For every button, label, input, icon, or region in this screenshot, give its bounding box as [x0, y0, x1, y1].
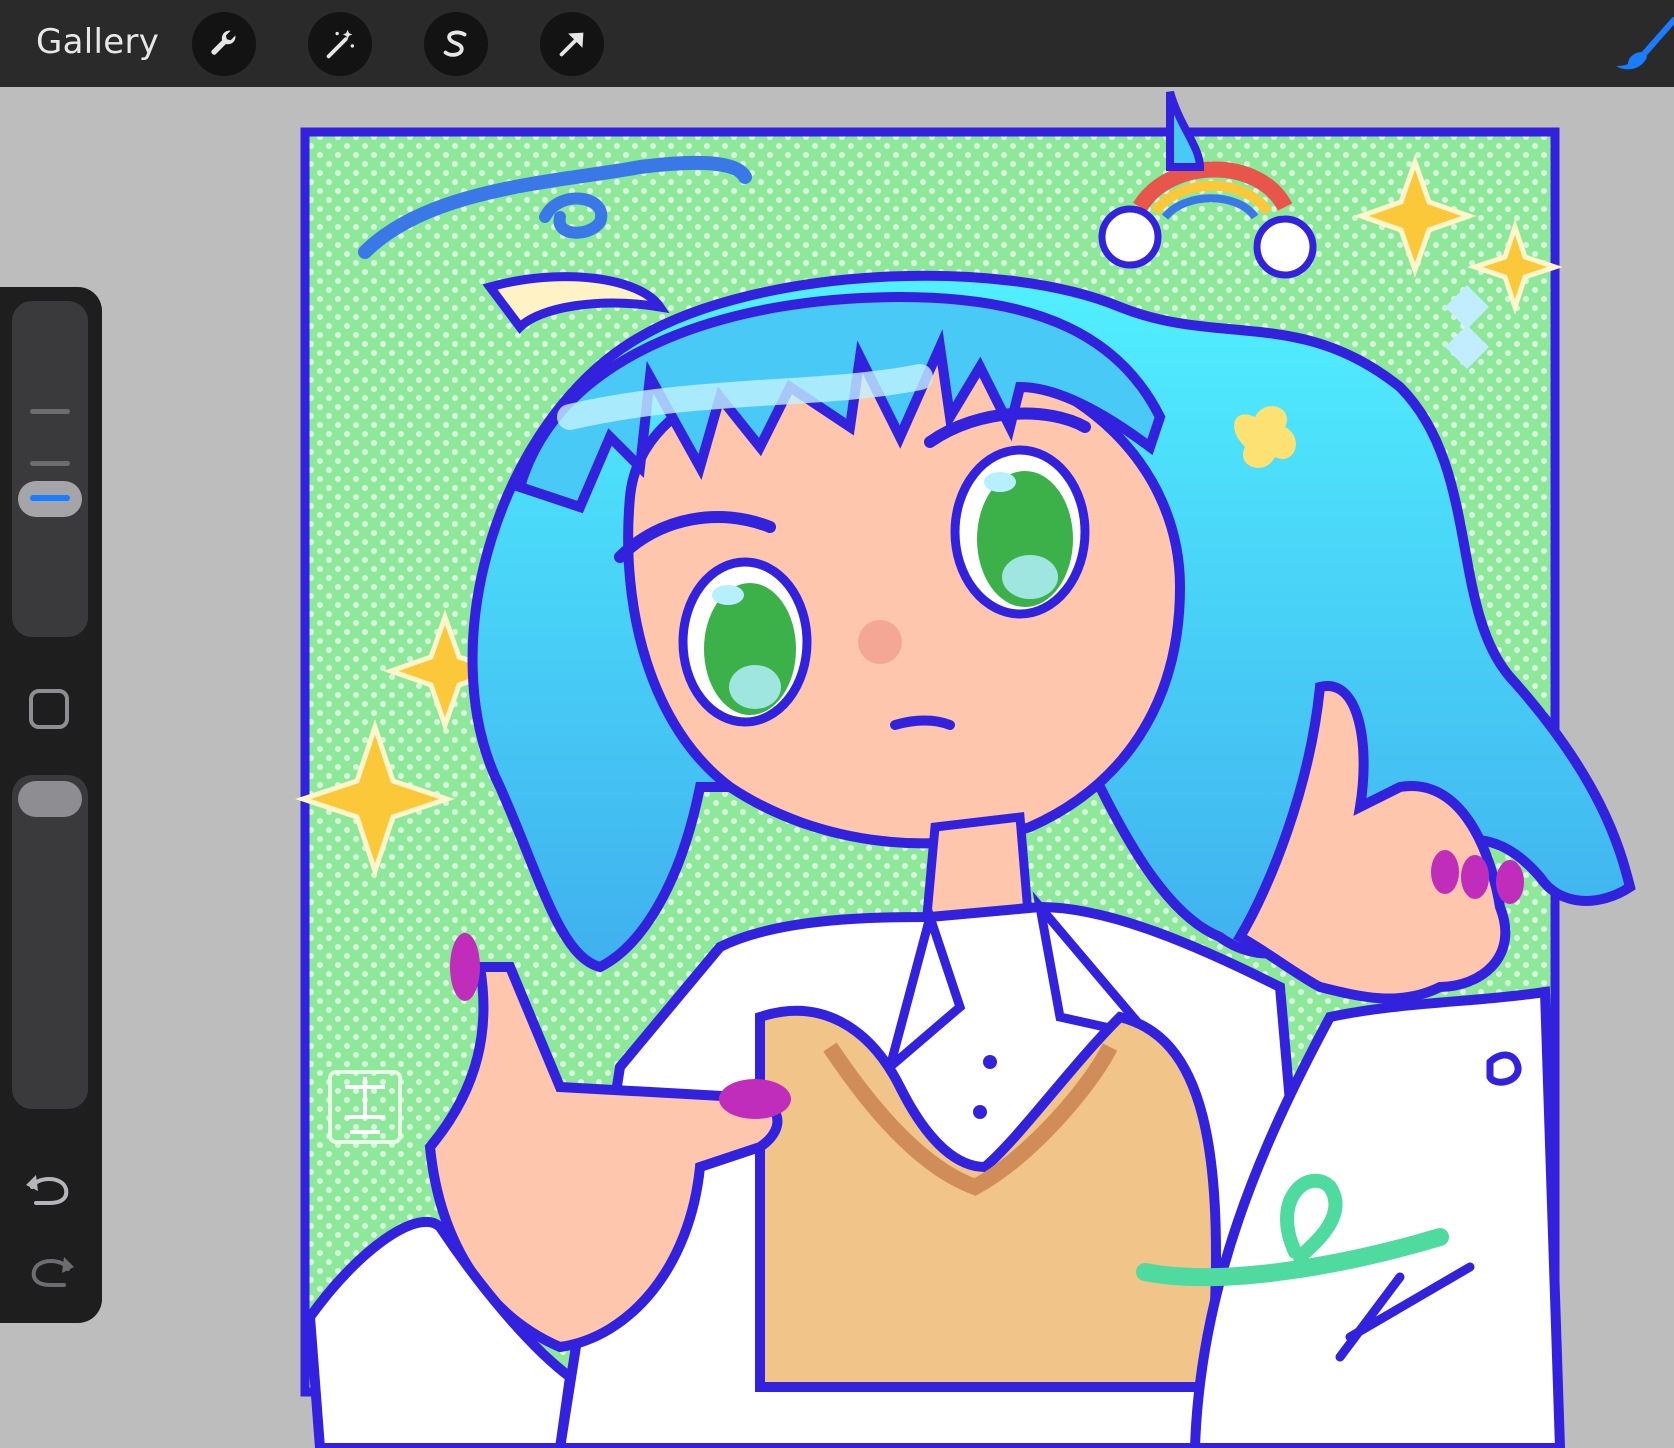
wrench-icon: [211, 30, 236, 55]
left-sidebar: [0, 287, 102, 1323]
arrow-cursor-icon: [559, 32, 584, 57]
selection-button[interactable]: [424, 12, 488, 76]
transform-button[interactable]: [540, 12, 604, 76]
brush-opacity-slider[interactable]: [12, 775, 88, 1109]
brush-size-slider[interactable]: [12, 301, 88, 637]
undo-icon[interactable]: [22, 1165, 78, 1211]
gallery-button[interactable]: Gallery: [36, 22, 159, 62]
actions-button[interactable]: [192, 12, 256, 76]
redo-icon[interactable]: [22, 1247, 78, 1293]
selection-s-icon: [443, 30, 467, 57]
adjustments-button[interactable]: [308, 12, 372, 76]
top-toolbar: Gallery: [0, 0, 1674, 87]
brush-size-indicator: [30, 495, 70, 501]
square-modify-icon[interactable]: [29, 689, 69, 729]
brush-size-thumb[interactable]: [18, 481, 82, 517]
brush-opacity-thumb[interactable]: [18, 781, 82, 817]
size-tick: [30, 461, 70, 466]
drawing-canvas[interactable]: [0, 87, 1674, 1448]
size-tick: [30, 409, 70, 414]
paintbrush-icon[interactable]: [1614, 14, 1674, 74]
magic-wand-icon: [326, 29, 355, 59]
artwork: [295, 90, 1636, 1448]
